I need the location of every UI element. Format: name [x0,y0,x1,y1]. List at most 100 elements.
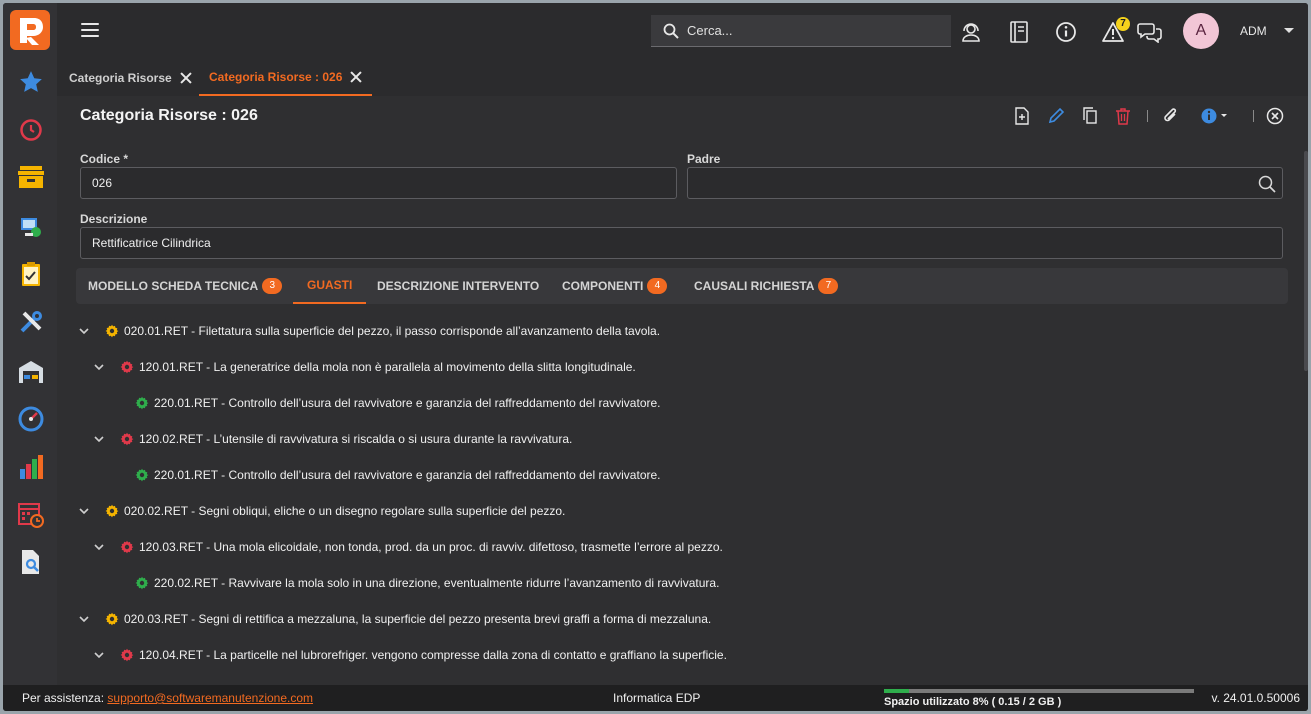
tree-node-label: 020.03.RET - Segni di rettifica a mezzal… [124,612,712,626]
close-tab-icon[interactable] [350,71,362,83]
page-title: Categoria Risorse : 026 [80,107,258,124]
tab-categoria-risorse[interactable]: Categoria Risorse [69,60,192,96]
tree-node[interactable]: 120.02.RET - L’utensile di ravvivatura s… [94,429,572,449]
subtab-label: CAUSALI RICHIESTA [694,279,815,293]
codice-field[interactable]: 026 [80,167,677,199]
count-badge: 3 [262,278,283,294]
vertical-scrollbar[interactable] [1304,151,1308,371]
search-input[interactable] [651,15,951,46]
descrizione-field[interactable]: Rettificatrice Cilindrica [80,227,1283,259]
gear-icon [120,432,134,446]
tab-label: Categoria Risorse : 026 [209,70,343,84]
tree-node[interactable]: 120.01.RET - La generatrice della mola n… [94,357,636,377]
chevron-down-icon[interactable] [94,362,104,372]
statistics-chart-icon[interactable] [17,453,45,481]
tree-node-label: 020.02.RET - Segni obliqui, eliche o un … [124,504,566,518]
tree-node[interactable]: 020.01.RET - Filettatura sulla superfici… [79,321,660,341]
chevron-down-icon[interactable] [94,650,104,660]
chat-messages-icon[interactable] [1137,19,1163,45]
chevron-down-icon[interactable] [94,542,104,552]
tab-guasti[interactable]: GUASTI [293,268,367,304]
menu-hamburger-icon[interactable] [81,23,99,39]
gear-icon [120,648,134,662]
chevron-down-icon[interactable] [79,614,89,624]
tree-node-label: 220.02.RET - Ravvivare la mola solo in u… [154,576,720,590]
info-icon[interactable] [1053,19,1079,45]
top-bar: 7 A ADM [57,3,1308,60]
gear-icon [105,324,119,338]
attachment-paperclip-icon[interactable] [1161,106,1181,126]
tab-modello-scheda-tecnica[interactable]: MODELLO SCHEDA TECNICA 3 [88,268,283,304]
tree-node[interactable]: 220.01.RET - Controllo dell’usura del ra… [109,465,661,485]
info-menu-icon[interactable] [1200,106,1230,126]
storage-progress-bar [884,689,1194,693]
gear-icon [135,396,149,410]
tree-node[interactable]: 020.03.RET - Segni di rettifica a mezzal… [79,609,711,629]
duplicate-copy-icon[interactable] [1080,106,1100,126]
support-headset-icon[interactable] [958,19,984,45]
count-badge: 4 [647,278,668,294]
tab-descrizione-intervento[interactable]: DESCRIZIONE INTERVENTO [377,268,539,304]
gear-icon [135,468,149,482]
tab-causali-richiesta[interactable]: CAUSALI RICHIESTA 7 [694,268,839,304]
assets-monitor-icon[interactable] [17,213,45,241]
search-box [651,15,951,47]
calendar-schedule-icon[interactable] [17,501,45,529]
tree-node[interactable]: 220.01.RET - Controllo dell’usura del ra… [109,393,661,413]
tree-node[interactable]: 120.03.RET - Una mola elicoidale, non to… [94,537,723,557]
version-text: v. 24.01.0.50006 [1211,691,1300,705]
alerts-warning-icon[interactable]: 7 [1100,17,1130,45]
close-circle-icon[interactable] [1265,106,1285,126]
tree-node-label: 220.01.RET - Controllo dell’usura del ra… [154,468,661,482]
codice-label: Codice * [80,152,129,166]
chevron-down-icon[interactable] [94,434,104,444]
subtab-label: GUASTI [307,278,353,292]
padre-search-icon[interactable] [1258,175,1276,196]
tree-node-label: 020.01.RET - Filettatura sulla superfici… [124,324,661,338]
tree-node-label: 120.04.RET - La particelle nel lubrorefr… [139,648,727,662]
toolbar-divider [1147,110,1148,122]
tree-node[interactable]: 120.04.RET - La particelle nel lubrorefr… [94,645,727,665]
tree-node-label: 120.01.RET - La generatrice della mola n… [139,360,636,374]
user-menu-caret-icon[interactable] [1284,28,1294,33]
tree-node-label: 220.01.RET - Controllo dell’usura del ra… [154,396,661,410]
app-logo[interactable] [10,10,50,50]
chevron-down-icon[interactable] [79,506,89,516]
padre-label: Padre [687,152,721,166]
alerts-count-badge: 7 [1116,17,1130,31]
tree-node-label: 120.02.RET - L’utensile di ravvivatura s… [139,432,573,446]
close-tab-icon[interactable] [180,72,192,84]
new-document-icon[interactable] [1012,106,1032,126]
tree-node[interactable]: 020.02.RET - Segni obliqui, eliche o un … [79,501,565,521]
performance-gauge-icon[interactable] [17,405,45,433]
favorites-star-icon[interactable] [17,68,45,96]
warehouse-icon[interactable] [17,358,45,386]
sidebar [3,3,57,685]
user-name[interactable]: ADM [1240,24,1267,38]
gear-icon [120,540,134,554]
padre-field[interactable] [687,167,1283,199]
gear-icon [105,612,119,626]
assistance-info: Per assistenza: supporto@softwaremanuten… [22,691,313,705]
storage-progress-fill [884,689,909,693]
support-email-link[interactable]: supporto@softwaremanutenzione.com [107,691,313,705]
tab-componenti[interactable]: COMPONENTI 4 [562,268,668,304]
chevron-down-icon[interactable] [79,326,89,336]
tab-categoria-risorse-026[interactable]: Categoria Risorse : 026 [199,60,373,96]
subtab-label: DESCRIZIONE INTERVENTO [377,279,540,293]
gear-icon [135,576,149,590]
app-window: 7 A ADM Categoria Risorse Categoria Riso… [3,3,1308,711]
archive-boxes-icon[interactable] [17,163,45,191]
maintenance-tools-icon[interactable] [17,308,45,336]
checklist-clipboard-icon[interactable] [17,260,45,288]
avatar[interactable]: A [1183,13,1219,49]
company-name: Informatica EDP [613,691,701,705]
delete-trash-icon[interactable] [1113,106,1133,126]
edit-pencil-icon[interactable] [1046,106,1066,126]
document-search-icon[interactable] [17,548,45,576]
tree-node[interactable]: 220.02.RET - Ravvivare la mola solo in u… [109,573,719,593]
manual-book-icon[interactable] [1006,19,1032,45]
main-content: Categoria Risorse : 026 Codice * 026 Pad… [57,96,1308,685]
gear-icon [120,360,134,374]
history-clock-icon[interactable] [17,116,45,144]
